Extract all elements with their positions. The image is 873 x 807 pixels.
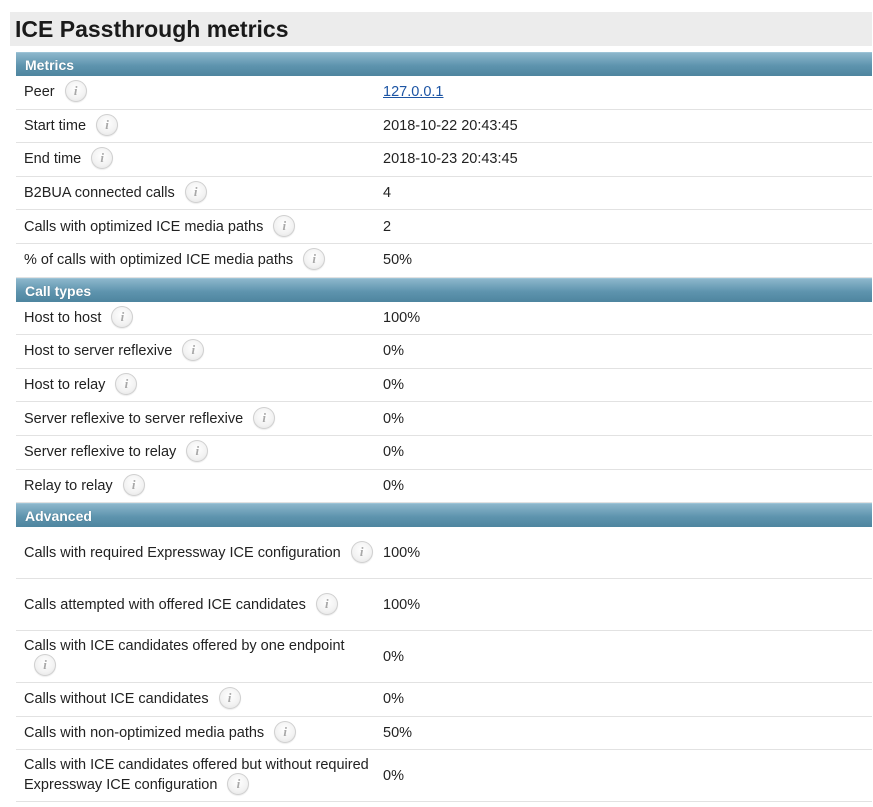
info-icon[interactable]: i: [184, 181, 207, 204]
advanced-row-required-config: Calls with required Expressway ICE confi…: [16, 527, 872, 580]
row-label: Server reflexive to relay i: [16, 440, 374, 463]
row-value: 127.0.0.1: [374, 84, 443, 100]
call-type-row-host-to-relay: Host to relay i 0%: [16, 369, 872, 403]
label-text: Relay to relay: [24, 477, 113, 494]
metric-row-end-time: End time i 2018-10-23 20:43:45: [16, 143, 872, 177]
row-label: Relay to relay i: [16, 473, 374, 497]
row-value: 0%: [383, 767, 404, 784]
metric-row-optimized-percent: % of calls with optimized ICE media path…: [16, 244, 872, 278]
label-text: Calls with required Expressway ICE confi…: [24, 544, 341, 561]
advanced-row-offered-without-config: Calls with ICE candidates offered but wi…: [16, 750, 872, 803]
row-label: Calls with ICE candidates offered but wi…: [16, 756, 374, 796]
label-text: Host to relay: [24, 376, 106, 393]
row-value: 100%: [383, 309, 421, 326]
label-text: Server reflexive to server reflexive: [24, 410, 244, 427]
row-value: 100%: [383, 544, 421, 561]
section-header-advanced: Advanced: [16, 503, 872, 528]
info-icon[interactable]: i: [91, 147, 114, 170]
label-text: % of calls with optimized ICE media path…: [24, 252, 294, 269]
metric-row-optimized-calls: Calls with optimized ICE media paths i 2: [16, 210, 872, 244]
label-text: End time: [24, 151, 82, 168]
row-value: 0%: [383, 477, 404, 494]
row-value: 2018-10-22 20:43:45: [383, 117, 518, 134]
row-label: Calls with required Expressway ICE confi…: [16, 540, 374, 564]
row-label: Calls with ICE candidates offered by one…: [16, 637, 374, 677]
call-type-row-srflx-to-srflx: Server reflexive to server reflexive i 0%: [16, 402, 872, 436]
info-icon[interactable]: i: [227, 772, 250, 795]
row-value: 2018-10-23 20:43:45: [383, 151, 518, 168]
row-value: 100%: [383, 596, 421, 613]
row-value: 2: [383, 218, 392, 235]
label-text: Peer: [24, 84, 55, 101]
row-value: 0%: [383, 343, 404, 360]
info-icon[interactable]: i: [34, 653, 56, 676]
call-type-row-relay-to-relay: Relay to relay i 0%: [16, 470, 872, 504]
metrics-panel: Metrics Peer i 127.0.0.1 Start time i 2018…: [16, 52, 872, 803]
row-value: 0%: [383, 410, 404, 427]
info-icon[interactable]: i: [182, 339, 205, 362]
row-value: 0%: [383, 648, 404, 665]
info-icon[interactable]: i: [218, 687, 241, 710]
title-bar: ICE Passthrough metrics: [10, 12, 872, 46]
row-value: 0%: [383, 377, 404, 394]
row-label: Calls attempted with offered ICE candida…: [16, 592, 374, 616]
page: ICE Passthrough metrics Metrics Peer i 12…: [0, 0, 873, 807]
row-label: Peer i: [16, 80, 374, 103]
section-header-metrics: Metrics: [16, 52, 872, 76]
info-icon[interactable]: i: [303, 248, 326, 271]
peer-link[interactable]: 127.0.0.1: [383, 84, 443, 100]
call-type-row-srflx-to-relay: Server reflexive to relay i 0%: [16, 436, 872, 470]
row-label: Server reflexive to server reflexive i: [16, 406, 374, 430]
row-label: Calls with optimized ICE media paths i: [16, 214, 374, 238]
label-text: Calls with non-optimized media paths: [24, 724, 265, 741]
row-value: 50%: [383, 725, 413, 742]
info-icon[interactable]: i: [64, 80, 87, 103]
row-value: 50%: [383, 252, 413, 269]
row-value: 4: [383, 185, 392, 202]
label-text: Calls with ICE candidates offered but wi…: [24, 756, 369, 793]
label-text: Host to server reflexive: [24, 343, 173, 360]
row-value: 0%: [383, 691, 404, 708]
call-type-row-host-to-srflx: Host to server reflexive i 0%: [16, 335, 872, 369]
call-type-row-host-to-host: Host to host i 100%: [16, 302, 872, 336]
advanced-row-one-endpoint: Calls with ICE candidates offered by one…: [16, 631, 872, 684]
info-icon[interactable]: i: [111, 305, 134, 328]
info-icon[interactable]: i: [274, 721, 297, 744]
row-label: % of calls with optimized ICE media path…: [16, 248, 374, 271]
metric-row-b2bua-connected-calls: B2BUA connected calls i 4: [16, 177, 872, 211]
info-icon[interactable]: i: [186, 440, 209, 463]
metric-row-start-time: Start time i 2018-10-22 20:43:45: [16, 110, 872, 144]
row-label: Calls with non-optimized media paths i: [16, 721, 374, 744]
info-icon[interactable]: i: [122, 473, 145, 496]
page-title: ICE Passthrough metrics: [15, 16, 289, 42]
info-icon[interactable]: i: [273, 214, 296, 237]
advanced-row-non-optimized: Calls with non-optimized media paths i 50…: [16, 717, 872, 751]
label-text: Server reflexive to relay: [24, 444, 177, 461]
label-text: Start time: [24, 117, 87, 134]
row-value: 0%: [383, 444, 404, 461]
row-label: Calls without ICE candidates i: [16, 687, 374, 710]
section-header-call-types: Call types: [16, 277, 872, 302]
row-label: B2BUA connected calls i: [16, 181, 374, 204]
advanced-row-without-candidates: Calls without ICE candidates i 0%: [16, 683, 872, 717]
row-label: Start time i: [16, 113, 374, 137]
advanced-row-offered-candidates: Calls attempted with offered ICE candida…: [16, 579, 872, 632]
label-text: Calls with optimized ICE media paths: [24, 218, 264, 235]
label-text: Host to host: [24, 309, 102, 326]
metric-row-peer: Peer i 127.0.0.1: [16, 76, 872, 110]
label-text: Calls attempted with offered ICE candida…: [24, 596, 306, 613]
info-icon[interactable]: i: [115, 373, 138, 396]
row-label: Host to host i: [16, 305, 374, 329]
label-text: Calls with ICE candidates offered by one…: [24, 637, 345, 654]
info-icon[interactable]: i: [315, 592, 338, 615]
info-icon[interactable]: i: [96, 113, 119, 136]
label-text: B2BUA connected calls: [24, 184, 175, 201]
row-label: Host to relay i: [16, 373, 374, 396]
row-label: Host to server reflexive i: [16, 339, 374, 362]
label-text: Calls without ICE candidates: [24, 691, 209, 708]
info-icon[interactable]: i: [350, 540, 373, 563]
info-icon[interactable]: i: [253, 406, 276, 429]
row-label: End time i: [16, 147, 374, 170]
